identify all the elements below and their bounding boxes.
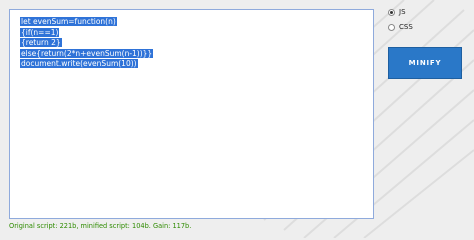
- code-line: let evenSum=function(n): [20, 17, 117, 26]
- code-text: let evenSum=function(n) {if(n==1) {retur…: [20, 17, 154, 70]
- option-js[interactable]: JS: [388, 8, 406, 16]
- minify-button[interactable]: MINIFY: [388, 47, 462, 79]
- css-radio-button[interactable]: [388, 23, 395, 31]
- code-editor[interactable]: let evenSum=function(n) {if(n==1) {retur…: [9, 9, 374, 219]
- js-radio-button[interactable]: [388, 8, 395, 16]
- css-label: CSS: [399, 23, 413, 31]
- option-css[interactable]: CSS: [388, 23, 413, 31]
- code-line: else{return(2*n+evenSum(n-1))}}: [20, 48, 154, 58]
- code-line: {return 2}: [20, 38, 62, 47]
- js-label: JS: [399, 8, 406, 16]
- code-line: document.write(evenSum(10)): [20, 59, 138, 68]
- code-line: {if(n==1): [20, 27, 60, 37]
- status-message: Original script: 221b, minified script: …: [9, 222, 192, 230]
